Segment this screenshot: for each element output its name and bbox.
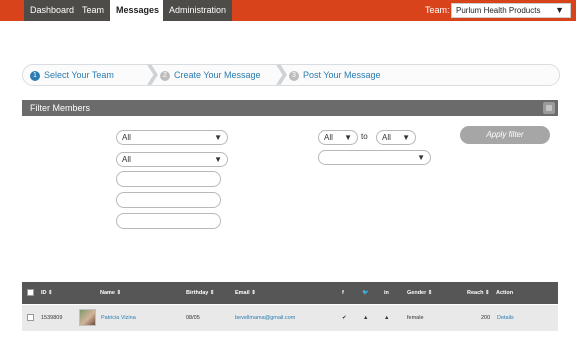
select-all-checkbox[interactable] xyxy=(27,289,34,296)
tab-messages[interactable]: Messages xyxy=(110,0,166,21)
step-select-team[interactable]: 1 Select Your Team xyxy=(30,65,114,85)
column-header-email[interactable]: Email ⇕ xyxy=(235,282,256,304)
filter-select-1[interactable]: All ▼ xyxy=(116,130,228,145)
warning-icon: ▲ xyxy=(384,315,390,321)
twitter-icon: 🐦 xyxy=(362,290,369,296)
filter-text-input-1[interactable] xyxy=(116,171,221,187)
team-select-value: Purlum Health Products xyxy=(456,6,541,15)
tab-dashboard[interactable]: Dashboard xyxy=(24,0,81,21)
column-header-reach[interactable]: Reach ⇕ xyxy=(467,282,490,304)
select-value: All xyxy=(122,155,131,164)
filter-title: Filter Members xyxy=(30,103,91,113)
cell-email-link[interactable]: bevellmama@gmail.com xyxy=(235,305,295,331)
facebook-icon: f xyxy=(342,290,344,296)
step-create-message[interactable]: 2 Create Your Message xyxy=(160,65,261,85)
filter-header: Filter Members xyxy=(22,100,558,116)
wizard-steps: 1 Select Your Team ❯ 2 Create Your Message… xyxy=(22,63,560,86)
step-number: 2 xyxy=(160,71,170,81)
step-label: Create Your Message xyxy=(174,70,261,80)
select-value: All xyxy=(382,133,391,142)
step-label: Select Your Team xyxy=(44,70,114,80)
top-navigation-bar: Dashboard Team Messages Administration T… xyxy=(0,0,576,21)
collapse-icon[interactable] xyxy=(543,102,555,114)
chevron-right-icon: ❯ xyxy=(273,63,290,85)
range-from-select[interactable]: All ▼ xyxy=(318,130,358,145)
avatar xyxy=(79,309,96,326)
caret-down-icon: ▼ xyxy=(417,153,425,162)
column-header-id[interactable]: ID ⇕ xyxy=(41,282,53,304)
filter-select-3[interactable]: ▼ xyxy=(318,150,431,165)
caret-down-icon: ▼ xyxy=(402,133,410,142)
select-value: All xyxy=(122,133,131,142)
table-header: ID ⇕ Name ⇕ Birthday ⇕ Email ⇕ f 🐦 in Ge… xyxy=(22,282,558,304)
column-header-gender[interactable]: Gender ⇕ xyxy=(407,282,432,304)
step-number: 3 xyxy=(289,71,299,81)
cell-reach: 200 xyxy=(481,315,491,321)
column-header-action: Action xyxy=(496,290,514,296)
apply-filter-button[interactable]: Apply filter xyxy=(460,126,550,144)
caret-down-icon: ▼ xyxy=(555,5,564,15)
tab-team[interactable]: Team xyxy=(76,0,111,21)
column-header-name[interactable]: Name ⇕ xyxy=(100,282,121,304)
linkedin-icon: in xyxy=(384,290,389,296)
cell-gender: female xyxy=(407,315,424,321)
range-to-select[interactable]: All ▼ xyxy=(376,130,416,145)
range-to-label: to xyxy=(361,132,368,141)
select-value: All xyxy=(324,133,333,142)
column-header-birthday[interactable]: Birthday ⇕ xyxy=(186,282,214,304)
details-link[interactable]: Details xyxy=(497,305,514,331)
table-row: 1539809 Patricia Vizina 08/05 bevellmama… xyxy=(22,305,558,331)
check-icon: ✔ xyxy=(342,315,347,321)
filter-text-input-3[interactable] xyxy=(116,213,221,229)
cell-id: 1539809 xyxy=(41,315,63,321)
caret-down-icon: ▼ xyxy=(344,133,352,142)
warning-icon: ▲ xyxy=(363,315,369,321)
caret-down-icon: ▼ xyxy=(214,133,222,142)
step-number: 1 xyxy=(30,71,40,81)
filter-select-2[interactable]: All ▼ xyxy=(116,152,228,167)
caret-down-icon: ▼ xyxy=(214,155,222,164)
cell-birthday: 08/05 xyxy=(186,315,200,321)
cell-name-link[interactable]: Patricia Vizina xyxy=(101,305,136,331)
team-select[interactable]: Purlum Health Products ▼ xyxy=(451,3,571,18)
step-label: Post Your Message xyxy=(303,70,381,80)
step-post-message[interactable]: 3 Post Your Message xyxy=(289,65,381,85)
chevron-right-icon: ❯ xyxy=(144,63,161,85)
row-checkbox[interactable] xyxy=(27,314,34,321)
filter-text-input-2[interactable] xyxy=(116,192,221,208)
tab-administration[interactable]: Administration xyxy=(163,0,233,21)
team-label: Team: xyxy=(425,5,450,15)
